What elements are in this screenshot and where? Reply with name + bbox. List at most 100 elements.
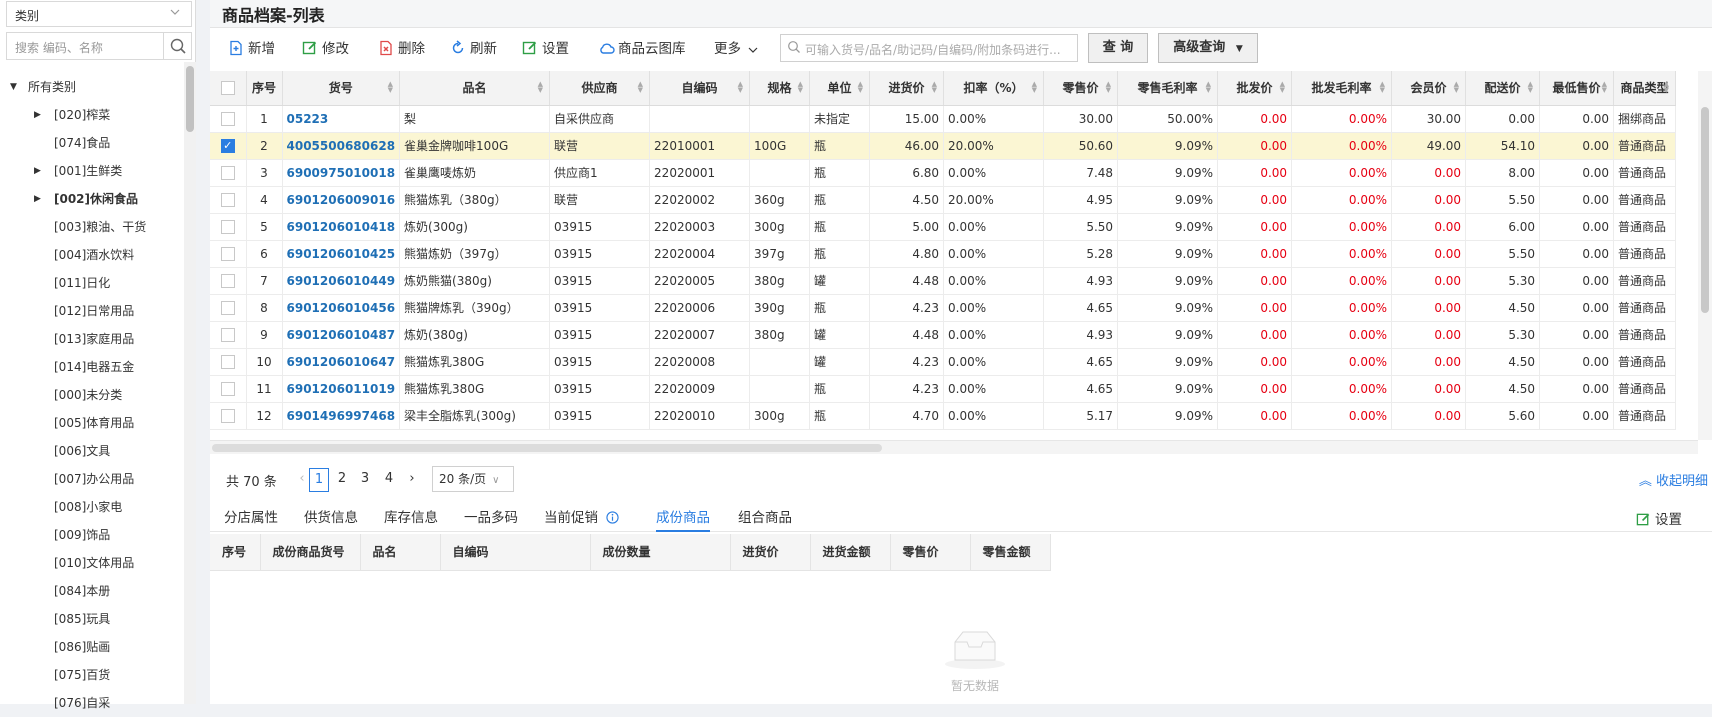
cell-code[interactable]: 6901206010449 [282, 267, 401, 295]
row-checkbox-cell[interactable] [210, 267, 247, 295]
sort-icon[interactable]: ▲ ▼ [1280, 81, 1285, 94]
table-horizontal-scrollbar[interactable] [210, 440, 1698, 454]
row-checkbox-cell[interactable] [210, 105, 247, 133]
tree-item[interactable]: [000]未分类 [0, 381, 182, 409]
tree-item[interactable]: [076]自采 [0, 689, 182, 717]
caret-collapsed-icon[interactable]: ▶ [34, 157, 41, 185]
advanced-query-button[interactable]: 高级查询 ▼ [1158, 33, 1258, 63]
detail-column-header[interactable]: 品名 [360, 534, 441, 571]
toolbar-button-3[interactable]: 删除 [378, 38, 425, 60]
caret-expanded-icon[interactable]: ▼ [10, 73, 17, 101]
detail-tab[interactable]: 供货信息 [304, 506, 358, 532]
column-header[interactable]: 进货价 ▲ ▼ [869, 71, 945, 106]
category-select[interactable]: 类别 [6, 1, 192, 27]
cell-code[interactable]: 05223 [282, 105, 401, 133]
column-header[interactable]: 批发价 ▲ ▼ [1217, 71, 1293, 106]
row-checkbox[interactable] [220, 381, 235, 396]
caret-collapsed-icon[interactable]: ▶ [34, 101, 41, 129]
tree-item[interactable]: [011]日化 [0, 269, 182, 297]
cell-code[interactable]: 6901206010647 [282, 348, 401, 376]
row-checkbox[interactable] [220, 219, 235, 234]
row-checkbox-cell[interactable] [210, 186, 247, 214]
row-checkbox-cell[interactable]: ✓ [210, 132, 247, 160]
detail-column-header[interactable]: 零售价 [890, 534, 971, 571]
tree-item[interactable]: [003]粮油、干货 [0, 213, 182, 241]
tree-item[interactable]: [010]文体用品 [0, 549, 182, 577]
cell-code[interactable]: 6901496997468 [282, 402, 401, 430]
row-checkbox[interactable] [220, 273, 235, 288]
detail-tab[interactable]: 成份商品 [656, 506, 710, 532]
row-checkbox-cell[interactable] [210, 321, 247, 349]
column-header[interactable]: 零售毛利率 ▲ ▼ [1117, 71, 1219, 106]
column-header[interactable]: 品名 ▲ ▼ [399, 71, 551, 106]
next-page-icon[interactable]: › [402, 468, 422, 492]
column-header[interactable]: 扣率（%） ▲ ▼ [943, 71, 1045, 106]
cell-code[interactable]: 6901206011019 [282, 375, 401, 403]
scrollbar-thumb[interactable] [1701, 107, 1709, 313]
scrollbar-thumb[interactable] [186, 66, 194, 132]
caret-collapsed-icon[interactable]: ▶ [34, 185, 41, 213]
detail-tab[interactable]: 库存信息 [384, 506, 438, 532]
row-checkbox[interactable] [220, 192, 235, 207]
tree-item[interactable]: [014]电器五金 [0, 353, 182, 381]
table-row[interactable]: 11 6901206011019 熊猫炼乳380G 03915 22020009 瓶 4.2… [210, 375, 1677, 403]
query-button[interactable]: 查 询 [1088, 33, 1148, 63]
sort-icon[interactable]: ▲ ▼ [538, 81, 543, 94]
sort-icon[interactable]: ▲ ▼ [798, 81, 803, 94]
collapse-detail-button[interactable]: ︽ 收起明细 [1639, 470, 1708, 489]
cell-code[interactable]: 6901206010425 [282, 240, 401, 268]
toolbar-button-7[interactable]: 更多 [714, 38, 765, 60]
detail-column-header[interactable]: 成份商品货号 [260, 534, 361, 571]
column-header[interactable]: 单位 ▲ ▼ [809, 71, 871, 106]
page-1[interactable]: 1 [309, 468, 329, 492]
info-icon[interactable] [606, 511, 619, 528]
table-row[interactable]: 1 05223 梨自采供应商 未指定 15.00 0.00% 30.00 50.00% 0.00… [210, 105, 1677, 133]
row-checkbox-cell[interactable] [210, 213, 247, 241]
tree-item[interactable]: ▶ [002]休闲食品 [0, 185, 182, 213]
row-checkbox[interactable] [220, 354, 235, 369]
column-header[interactable]: 零售价 ▲ ▼ [1043, 71, 1119, 106]
table-row[interactable]: 12 6901496997468 梁丰全脂炼乳(300g) 03915 22020010… [210, 402, 1677, 430]
cell-code[interactable]: 6901206010487 [282, 321, 401, 349]
page-2[interactable]: 2 [332, 468, 352, 492]
select-all-checkbox[interactable] [220, 81, 235, 95]
select-all-checkbox-cell[interactable] [210, 71, 247, 106]
column-header[interactable]: 批发毛利率 ▲ ▼ [1291, 71, 1393, 106]
page-4[interactable]: 4 [379, 468, 399, 492]
row-checkbox[interactable] [220, 327, 235, 342]
tree-item[interactable]: [085]玩具 [0, 605, 182, 633]
product-search-input[interactable]: 可输入货号/品名/助记码/自编码/附加条码进行... [780, 34, 1078, 62]
tree-item[interactable]: [008]小家电 [0, 493, 182, 521]
sort-icon[interactable]: ▲ ▼ [1380, 81, 1385, 94]
detail-column-header[interactable]: 进货价 [730, 534, 811, 571]
toolbar-button-2[interactable]: 修改 [302, 38, 349, 60]
sort-icon[interactable]: ▲ ▼ [1454, 81, 1459, 94]
cell-code[interactable]: 6900975010018 [282, 159, 401, 187]
sort-icon[interactable]: ▲ ▼ [858, 81, 863, 94]
toolbar-button-4[interactable]: 刷新 [450, 38, 497, 60]
row-checkbox-cell[interactable] [210, 375, 247, 403]
detail-tab[interactable]: 组合商品 [738, 506, 792, 532]
tree-item[interactable]: [006]文具 [0, 437, 182, 465]
tree-item[interactable]: [075]百货 [0, 661, 182, 689]
sort-icon[interactable]: ▲ ▼ [1032, 81, 1037, 94]
row-checkbox-cell[interactable] [210, 402, 247, 430]
detail-column-header[interactable]: 进货金额 [810, 534, 891, 571]
tree-item[interactable]: ▶ [001]生鲜类 [0, 157, 182, 185]
table-vertical-scrollbar[interactable] [1698, 71, 1712, 440]
table-row[interactable]: 4 6901206009016 熊猫炼乳（380g） 联营 22020002 360g 瓶 4… [210, 186, 1677, 214]
sort-icon[interactable]: ▲ ▼ [932, 81, 937, 94]
sort-icon[interactable]: ▲ ▼ [1602, 81, 1607, 94]
table-row[interactable]: 5 6901206010418 炼奶(300g) 03915 22020003 300g 瓶… [210, 213, 1677, 241]
column-header[interactable]: 供应商 ▲ ▼ [549, 71, 651, 106]
tree-item[interactable]: [084]本册 [0, 577, 182, 605]
tree-item[interactable]: [005]体育用品 [0, 409, 182, 437]
cell-code[interactable]: 6901206009016 [282, 186, 401, 214]
toolbar-button-6[interactable]: 商品云图库 [598, 38, 686, 60]
row-checkbox[interactable] [220, 111, 235, 126]
detail-column-header[interactable]: 零售金额 [970, 534, 1051, 571]
table-row[interactable]: ✓ 2 4005500680628 雀巢金牌咖啡100G 联营 22010001 100G 瓶… [210, 132, 1677, 160]
sort-icon[interactable]: ▲ ▼ [1106, 81, 1111, 94]
column-header[interactable]: 配送价 ▲ ▼ [1465, 71, 1541, 106]
row-checkbox-cell[interactable] [210, 240, 247, 268]
